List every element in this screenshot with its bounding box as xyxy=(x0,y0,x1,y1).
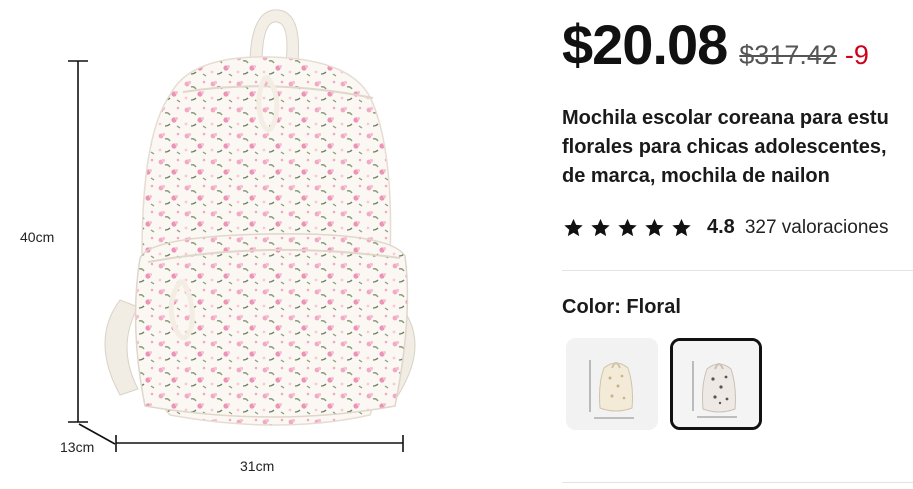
rating-count-link[interactable]: 327 valoraciones xyxy=(745,217,889,239)
star-icon xyxy=(618,218,637,236)
left-strap xyxy=(104,299,139,396)
product-info-panel: $20.08 $317.42 -9 Mochila escolar corean… xyxy=(562,0,913,489)
price-row: $20.08 $317.42 -9 xyxy=(562,12,869,77)
swatch-thumbnail xyxy=(566,338,658,430)
product-title-line: florales para chicas adolescentes, xyxy=(562,136,887,158)
rating-summary[interactable]: 4.8 327 valoraciones xyxy=(562,216,888,239)
discount-badge: -9 xyxy=(844,40,869,70)
product-image[interactable] xyxy=(0,0,540,489)
product-title-line: Mochila escolar coreana para estu xyxy=(562,107,889,129)
top-handle xyxy=(249,9,300,63)
height-dimension-label: 40cm xyxy=(20,229,55,245)
original-price: $317.42 xyxy=(739,40,837,70)
star-icon xyxy=(564,218,583,236)
color-swatch-floral-selected[interactable] xyxy=(670,338,762,430)
swatch-thumbnail xyxy=(673,341,759,427)
product-title-line: de marca, mochila de nailon xyxy=(562,165,830,187)
star-icon xyxy=(672,218,691,236)
divider xyxy=(562,482,913,483)
width-dimension-label: 31cm xyxy=(240,458,275,474)
depth-dimension-label: 13cm xyxy=(60,439,95,455)
product-image-gallery[interactable]: 40cm 13cm 31cm xyxy=(0,0,540,489)
rating-value: 4.8 xyxy=(707,216,735,238)
star-icon xyxy=(645,218,664,236)
divider xyxy=(562,270,913,271)
color-selector-label: Color: Floral xyxy=(562,296,681,318)
rating-stars xyxy=(562,217,693,239)
current-price: $20.08 xyxy=(562,13,728,76)
color-swatch-beige[interactable] xyxy=(566,338,658,430)
star-icon xyxy=(591,218,610,236)
product-title: Mochila escolar coreana para estu floral… xyxy=(562,104,913,191)
